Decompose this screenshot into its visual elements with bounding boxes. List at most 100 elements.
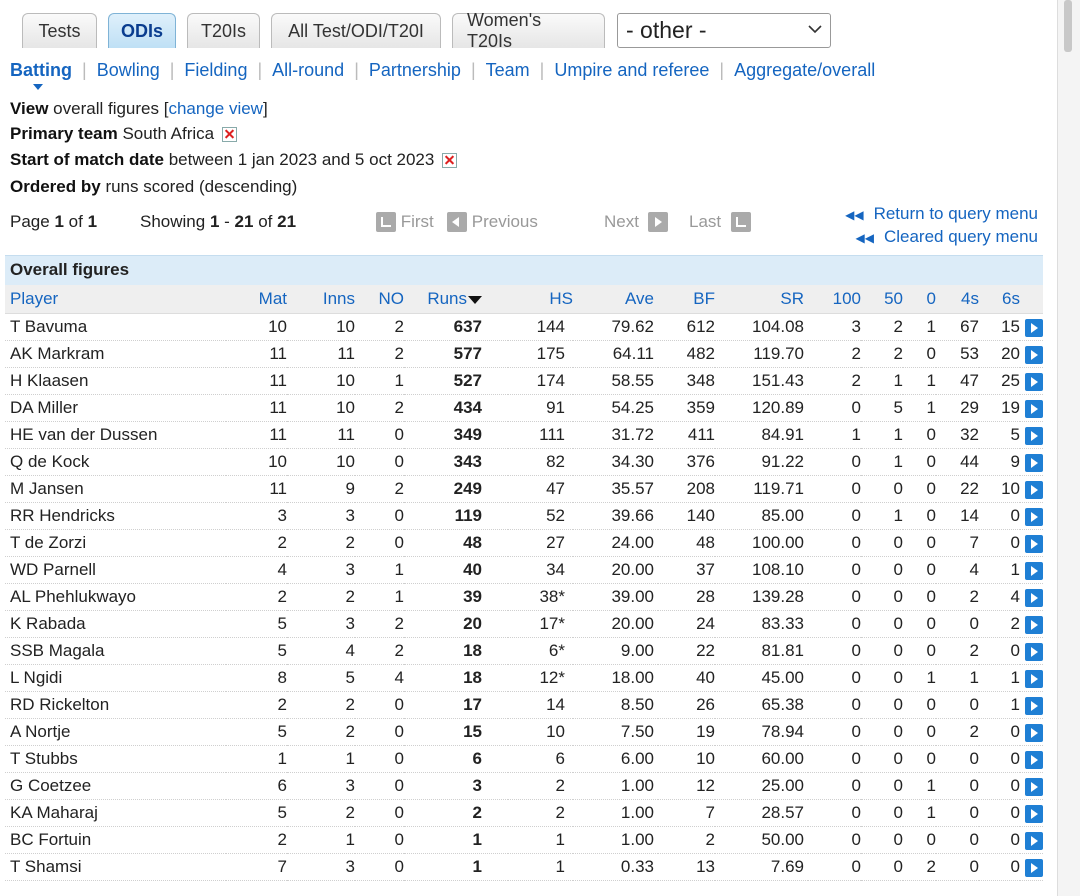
cell-no: 1 [355, 583, 404, 611]
player-detail-arrow-icon[interactable] [1025, 426, 1043, 445]
cell-4s: 53 [936, 340, 979, 368]
player-detail-arrow-icon[interactable] [1025, 831, 1043, 850]
player-detail-arrow-icon[interactable] [1025, 345, 1043, 364]
nav-separator: | [719, 60, 725, 80]
column-header-4s[interactable]: 4s [936, 285, 979, 314]
cell-ave: 24.00 [573, 529, 658, 557]
player-detail-arrow-icon[interactable] [1025, 669, 1043, 688]
cell-6s: 1 [979, 691, 1020, 719]
player-detail-arrow-icon[interactable] [1025, 453, 1043, 472]
cell-ave: 7.50 [573, 718, 658, 746]
cell-mat: 1 [226, 745, 287, 773]
player-name: K Rabada [5, 610, 226, 638]
nav-fielding[interactable]: Fielding [184, 60, 247, 81]
column-header-100[interactable]: 100 [808, 285, 861, 314]
tab-all-formats[interactable]: All Test/ODI/T20I [271, 13, 441, 48]
player-detail-arrow-icon[interactable] [1025, 804, 1043, 823]
cell-hs: 2 [508, 772, 573, 800]
cleared-query-menu-link[interactable]: ◀◀ Cleared query menu [845, 226, 1039, 249]
cell-no: 0 [355, 745, 404, 773]
nav-aggregate-overall[interactable]: Aggregate/overall [734, 60, 875, 81]
cell-0: 2 [903, 853, 936, 881]
column-header-mat[interactable]: Mat [226, 285, 287, 314]
page-scrollbar[interactable] [1057, 0, 1080, 896]
column-header-bf[interactable]: BF [658, 285, 715, 314]
nav-batting[interactable]: Batting [10, 60, 72, 81]
nav-all-round[interactable]: All-round [272, 60, 344, 81]
player-detail-arrow-icon[interactable] [1025, 534, 1043, 553]
cell-50: 0 [861, 718, 903, 746]
cell-mat: 5 [226, 637, 287, 665]
cell-mat: 3 [226, 502, 287, 530]
cell-hs: 6* [508, 637, 573, 665]
player-detail-arrow-icon[interactable] [1025, 318, 1043, 337]
change-view-link[interactable]: change view [168, 99, 263, 118]
player-detail-arrow-icon[interactable] [1025, 561, 1043, 580]
order-label: Ordered by [10, 177, 101, 196]
cell-ave: 1.00 [573, 826, 658, 854]
tab-t20is[interactable]: T20Is [187, 13, 260, 48]
column-header-player[interactable]: Player [5, 285, 226, 314]
nav-team[interactable]: Team [486, 60, 530, 81]
cell-4s: 0 [936, 772, 979, 800]
player-detail-arrow-icon[interactable] [1025, 588, 1043, 607]
cell-ave: 39.00 [573, 583, 658, 611]
row-action-cell [1020, 772, 1043, 800]
player-detail-arrow-icon[interactable] [1025, 507, 1043, 526]
pager-first[interactable]: First [376, 212, 434, 232]
column-header-50[interactable]: 50 [861, 285, 903, 314]
player-detail-arrow-icon[interactable] [1025, 642, 1043, 661]
nav-partnership[interactable]: Partnership [369, 60, 461, 81]
active-nav-caret-icon [33, 84, 43, 90]
cell-4s: 32 [936, 421, 979, 449]
player-detail-arrow-icon[interactable] [1025, 750, 1043, 769]
nav-umpire-referee[interactable]: Umpire and referee [554, 60, 709, 81]
cell-4s: 22 [936, 475, 979, 503]
tab-odis[interactable]: ODIs [108, 13, 176, 48]
column-header-sr[interactable]: SR [715, 285, 808, 314]
player-detail-arrow-icon[interactable] [1025, 372, 1043, 391]
tab-womens-t20is[interactable]: Women's T20Is [452, 10, 605, 51]
cell-runs: 434 [404, 394, 508, 422]
cell-ave: 34.30 [573, 448, 658, 476]
date-value: between 1 jan 2023 and 5 oct 2023 [168, 150, 435, 169]
cell-mat: 11 [226, 367, 287, 395]
cell-mat: 6 [226, 772, 287, 800]
remove-filter-icon[interactable] [442, 153, 458, 169]
tab-tests[interactable]: Tests [22, 13, 97, 48]
cell-4s: 2 [936, 637, 979, 665]
pager-previous[interactable]: Previous [447, 212, 538, 232]
return-to-query-menu-link[interactable]: ◀◀ Return to query menu [845, 203, 1038, 226]
player-name: G Coetzee [5, 772, 226, 800]
column-header-runs[interactable]: Runs [404, 285, 508, 314]
player-detail-arrow-icon[interactable] [1025, 723, 1043, 742]
cell-4s: 0 [936, 691, 979, 719]
cell-bf: 13 [658, 853, 715, 881]
column-header-no[interactable]: NO [355, 285, 404, 314]
column-header-inns[interactable]: Inns [287, 285, 355, 314]
pager-last[interactable]: Last [689, 212, 751, 232]
cell-mat: 8 [226, 664, 287, 692]
total-pages: 1 [87, 212, 98, 231]
cell-0: 0 [903, 529, 936, 557]
cell-mat: 7 [226, 853, 287, 881]
player-detail-arrow-icon[interactable] [1025, 399, 1043, 418]
scrollbar-thumb[interactable] [1064, 0, 1072, 52]
remove-filter-icon[interactable] [222, 127, 238, 143]
player-detail-arrow-icon[interactable] [1025, 480, 1043, 499]
column-header-ave[interactable]: Ave [573, 285, 658, 314]
nav-bowling[interactable]: Bowling [97, 60, 160, 81]
cell-4s: 67 [936, 313, 979, 341]
column-header-hs[interactable]: HS [508, 285, 573, 314]
other-format-select[interactable]: - other - [617, 13, 831, 48]
player-detail-arrow-icon[interactable] [1025, 858, 1043, 877]
cell-no: 0 [355, 448, 404, 476]
player-detail-arrow-icon[interactable] [1025, 615, 1043, 634]
player-detail-arrow-icon[interactable] [1025, 777, 1043, 796]
pager-next[interactable]: Next [604, 212, 669, 232]
player-detail-arrow-icon[interactable] [1025, 696, 1043, 715]
cell-100: 2 [808, 367, 861, 395]
cell-no: 0 [355, 421, 404, 449]
column-header-6s[interactable]: 6s [979, 285, 1020, 314]
column-header-0[interactable]: 0 [903, 285, 936, 314]
